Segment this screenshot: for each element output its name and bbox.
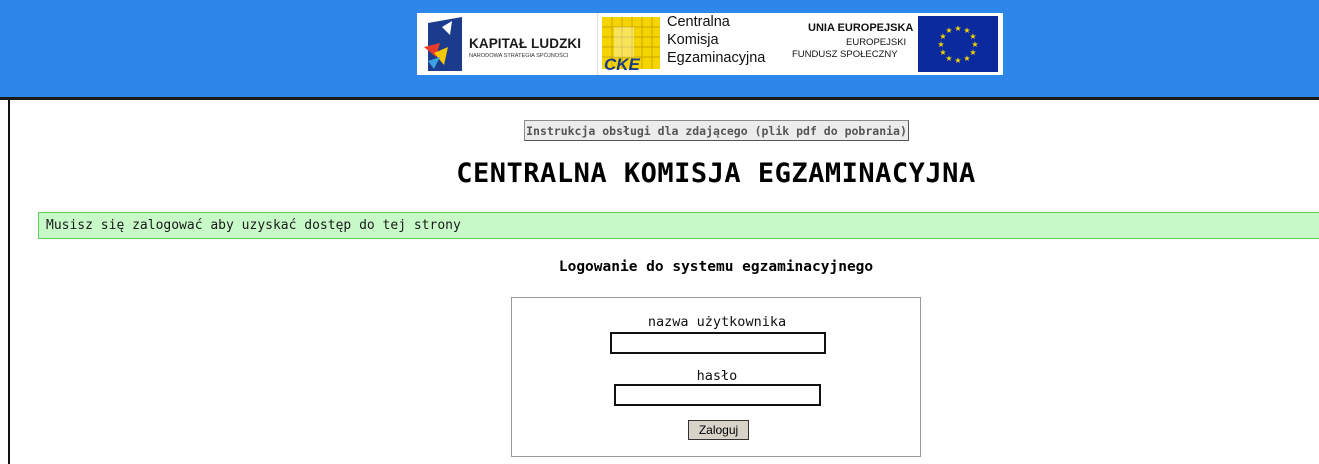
username-label: nazwa użytkownika: [647, 314, 787, 330]
login-form: nazwa użytkownika hasło Zaloguj: [511, 297, 921, 457]
kapital-ludzki-emblem-icon: [424, 17, 462, 71]
eu-fund-line-2: FUNDUSZ SPOŁECZNY: [792, 49, 898, 60]
cke-line-2: Komisja: [667, 32, 719, 48]
cke-grid-icon: CKE: [602, 17, 660, 73]
svg-text:★: ★: [945, 26, 952, 35]
cke-line-1: Centralna: [667, 14, 730, 30]
eu-logo: UNIA EUROPEJSKA EUROPEJSKI FUNDUSZ SPOŁE…: [788, 13, 1003, 75]
cke-badge-text: CKE: [604, 55, 641, 73]
svg-text:★: ★: [954, 24, 961, 33]
svg-text:★: ★: [937, 40, 944, 49]
login-submit-button[interactable]: Zaloguj: [688, 420, 749, 440]
cke-logo: CKE Centralna Komisja Egzaminacyjna: [598, 13, 788, 75]
login-required-notice: Musisz się zalogować aby uzyskać dostęp …: [38, 212, 1319, 239]
password-label: hasło: [696, 368, 738, 384]
logo-strip: KAPITAŁ LUDZKI NARODOWA STRATEGIA SPÓJNO…: [417, 13, 1003, 75]
eu-title: UNIA EUROPEJSKA: [808, 22, 914, 34]
login-heading: Logowanie do systemu egzaminacyjnego: [558, 259, 874, 275]
kapital-ludzki-title: KAPITAŁ LUDZKI: [469, 36, 582, 51]
eu-fund-line-1: EUROPEJSKI: [846, 37, 907, 48]
instructions-pdf-button[interactable]: Instrukcja obsługi dla zdającego (plik p…: [524, 120, 909, 141]
cke-name: Centralna Komisja Egzaminacyjna: [667, 13, 765, 67]
eu-flag-icon: ★ ★ ★ ★ ★ ★ ★ ★ ★ ★ ★ ★: [918, 16, 998, 72]
page-left-border: [8, 100, 10, 464]
header-banner: KAPITAŁ LUDZKI NARODOWA STRATEGIA SPÓJNO…: [0, 0, 1319, 100]
cke-line-3: Egzaminacyjna: [667, 50, 766, 66]
password-input[interactable]: [614, 384, 821, 406]
kapital-ludzki-logo: KAPITAŁ LUDZKI NARODOWA STRATEGIA SPÓJNO…: [417, 13, 598, 75]
username-input[interactable]: [610, 332, 826, 354]
page-title: CENTRALNA KOMISJA EGZAMINACYJNA: [456, 158, 976, 189]
svg-text:★: ★: [963, 54, 970, 63]
svg-text:★: ★: [954, 56, 961, 65]
svg-text:★: ★: [939, 48, 946, 57]
kapital-ludzki-subtitle: NARODOWA STRATEGIA SPÓJNOŚCI: [469, 53, 569, 59]
